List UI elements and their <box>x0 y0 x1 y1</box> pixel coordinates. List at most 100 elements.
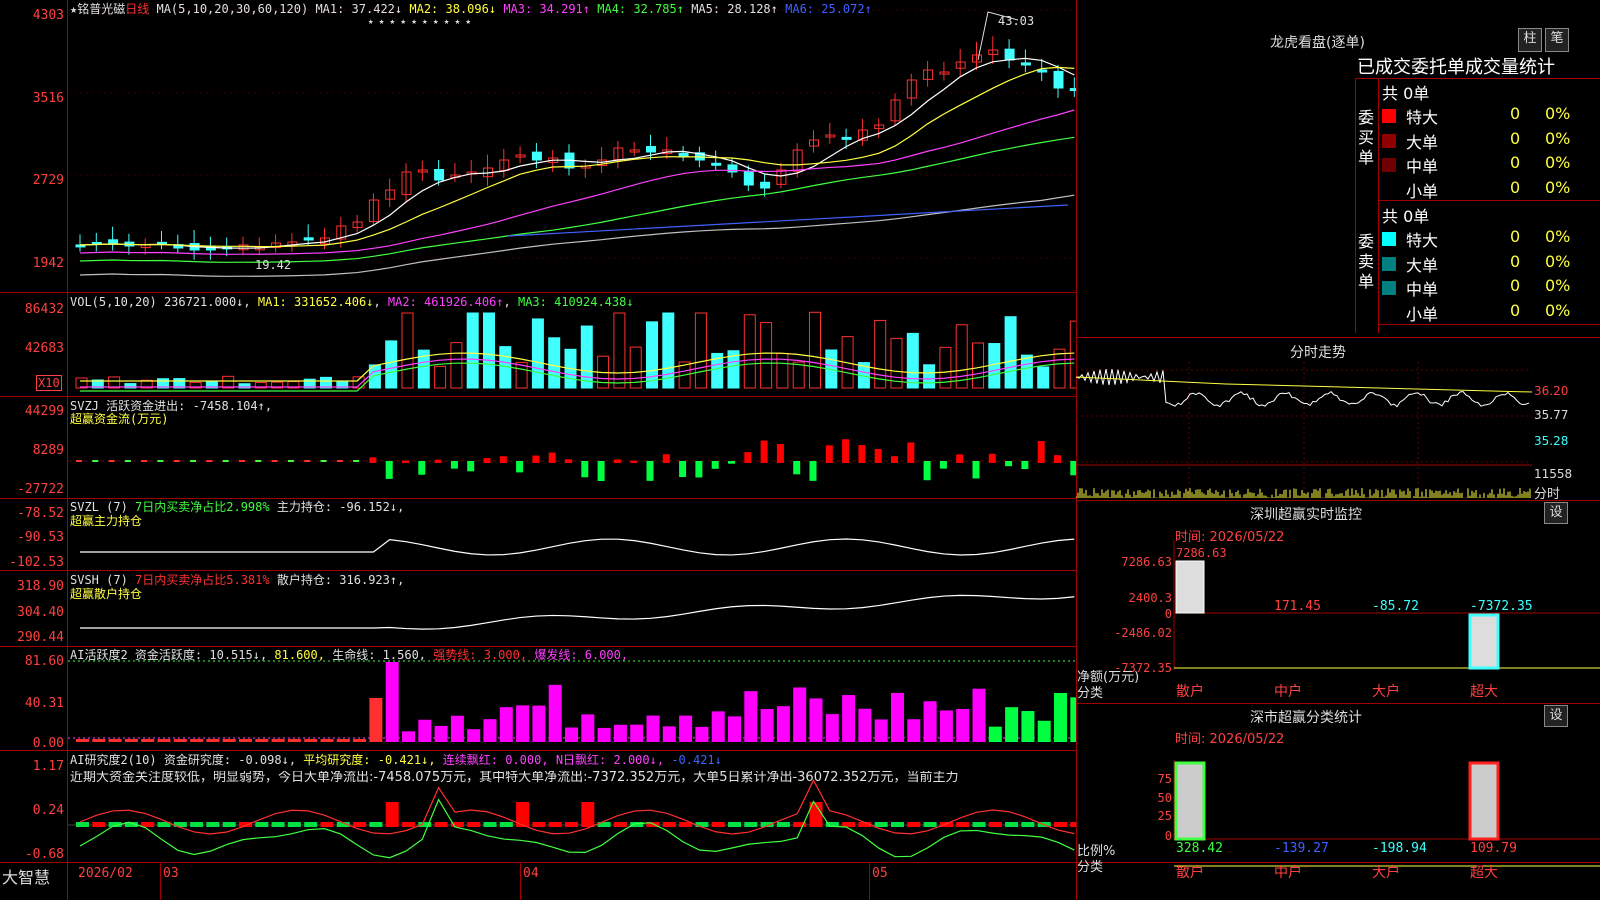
fund-bar <box>875 449 882 463</box>
volume-bar <box>467 313 478 388</box>
fund-bar <box>793 461 800 474</box>
fund-bar <box>581 461 588 477</box>
research-bar <box>956 822 969 827</box>
volume-bar <box>484 313 495 388</box>
intraday-avg-line <box>1076 377 1532 392</box>
svsh-axis-2: 290.44 <box>0 631 64 644</box>
buy-row-value: 0 <box>1510 178 1520 197</box>
stats-tab[interactable]: 已成交委托单成交量统计 <box>1357 53 1555 79</box>
svzl-subtitle: 超赢主力持仓 <box>70 514 142 528</box>
research-bar <box>891 822 904 827</box>
buy-row-percent: 0% <box>1545 153 1570 172</box>
price-axis-0: 4303 <box>0 9 64 22</box>
svsh-header: SVSH (7) 7日内买卖净占比5.381% 散户持仓: 316.923↑, <box>70 573 404 587</box>
fund-bar <box>956 454 963 463</box>
fund-bar <box>158 460 164 462</box>
sell-row-value: 0 <box>1510 301 1520 320</box>
volume-bar <box>402 313 413 388</box>
research-bar <box>206 822 219 827</box>
price-axis-1: 3516 <box>0 92 64 105</box>
candle <box>1038 70 1047 72</box>
research-bar <box>141 822 154 827</box>
svzl-axis-0: -78.52 <box>0 507 64 520</box>
research-bar <box>386 802 399 827</box>
sz-category: 大户 <box>1372 683 1400 700</box>
brand-logo[interactable]: 大智慧 <box>2 864 50 888</box>
date-2: 04 <box>523 866 539 881</box>
volume-bar <box>924 365 935 388</box>
candle <box>435 170 444 180</box>
ma2-line <box>80 67 1074 246</box>
activity-bar <box>875 719 888 742</box>
sz-category: 超大 <box>1470 684 1498 700</box>
research-bar <box>272 822 285 827</box>
sell-row-swatch <box>1382 281 1396 295</box>
activity-bar <box>728 716 741 742</box>
class-value: 109.79 <box>1470 841 1517 856</box>
activity-bar <box>614 725 627 742</box>
class-stats-settings[interactable]: 设 <box>1544 705 1568 727</box>
research-bar <box>712 822 725 827</box>
research-bar <box>842 822 855 827</box>
fund-bar <box>924 461 931 480</box>
intraday-axis-0: 36.20 <box>1534 384 1568 398</box>
ma5-line <box>80 195 1074 276</box>
fund-bar <box>484 458 491 463</box>
fund-bar <box>647 461 654 481</box>
fund-bar <box>386 461 393 479</box>
ma1-line <box>80 58 1074 248</box>
research-bar <box>353 822 366 827</box>
intraday-axis-1: 35.77 <box>1534 408 1568 422</box>
fund-bar <box>532 456 539 463</box>
sz-monitor-settings[interactable]: 设 <box>1544 502 1568 524</box>
sz-category: 中户 <box>1274 683 1302 700</box>
fund-bar <box>402 460 409 463</box>
fund-bar <box>614 460 621 463</box>
volume-bar <box>1005 317 1016 388</box>
ai1-axis-0: 81.60 <box>0 655 64 668</box>
sell-row-swatch <box>1382 306 1396 320</box>
buy-row-percent: 0% <box>1545 178 1570 197</box>
main-chart[interactable] <box>68 0 1076 862</box>
sell-row-value: 0 <box>1510 276 1520 295</box>
activity-bar <box>712 711 725 742</box>
research-bar <box>744 822 757 827</box>
intraday-title: 分时走势 <box>1290 342 1346 362</box>
fund-bar <box>777 444 784 463</box>
period-label[interactable]: 日线 <box>125 2 149 16</box>
activity-bar <box>337 739 350 742</box>
ma6-value: MA6: 25.072↑ <box>785 2 872 16</box>
svzj-axis-1: 8289 <box>0 444 64 457</box>
buy-row-label: 大单 <box>1406 129 1438 153</box>
svzl-header: SVZL (7) 7日内买卖净占比2.998% 主力持仓: -96.152↓, <box>70 500 404 514</box>
ma1-value: MA1: 37.422↓ <box>315 2 402 16</box>
research-bar <box>581 802 594 827</box>
price-axis-2: 2729 <box>0 174 64 187</box>
ma4-value: MA4: 32.785↑ <box>597 2 684 16</box>
ai1-axis-1: 40.31 <box>0 697 64 710</box>
tick-mode-button[interactable]: 笔 <box>1545 28 1569 52</box>
class-category: 大户 <box>1372 864 1400 881</box>
volume-bar <box>451 343 462 388</box>
research-bar <box>223 822 236 827</box>
volume-bar <box>1054 349 1065 388</box>
ma6-line <box>508 205 1068 236</box>
class-axis-label: 25 <box>1158 809 1172 823</box>
fund-bar <box>92 460 98 462</box>
activity-bar <box>125 739 138 742</box>
bar-mode-button[interactable]: 柱 <box>1518 28 1542 52</box>
volume-bar <box>223 376 234 388</box>
fund-bar <box>369 457 376 463</box>
candle <box>744 172 753 185</box>
activity-bar <box>1005 707 1018 742</box>
research-bar <box>190 822 203 827</box>
intraday-chart[interactable] <box>1076 362 1600 500</box>
activity-bar <box>956 709 969 742</box>
volume-bar <box>549 338 560 388</box>
volume-bar <box>1038 367 1049 388</box>
research-bar <box>484 822 497 827</box>
sz-value: -7372.35 <box>1470 599 1533 614</box>
research-bar <box>924 822 937 827</box>
activity-bar <box>695 727 708 742</box>
activity-bar <box>158 739 171 742</box>
